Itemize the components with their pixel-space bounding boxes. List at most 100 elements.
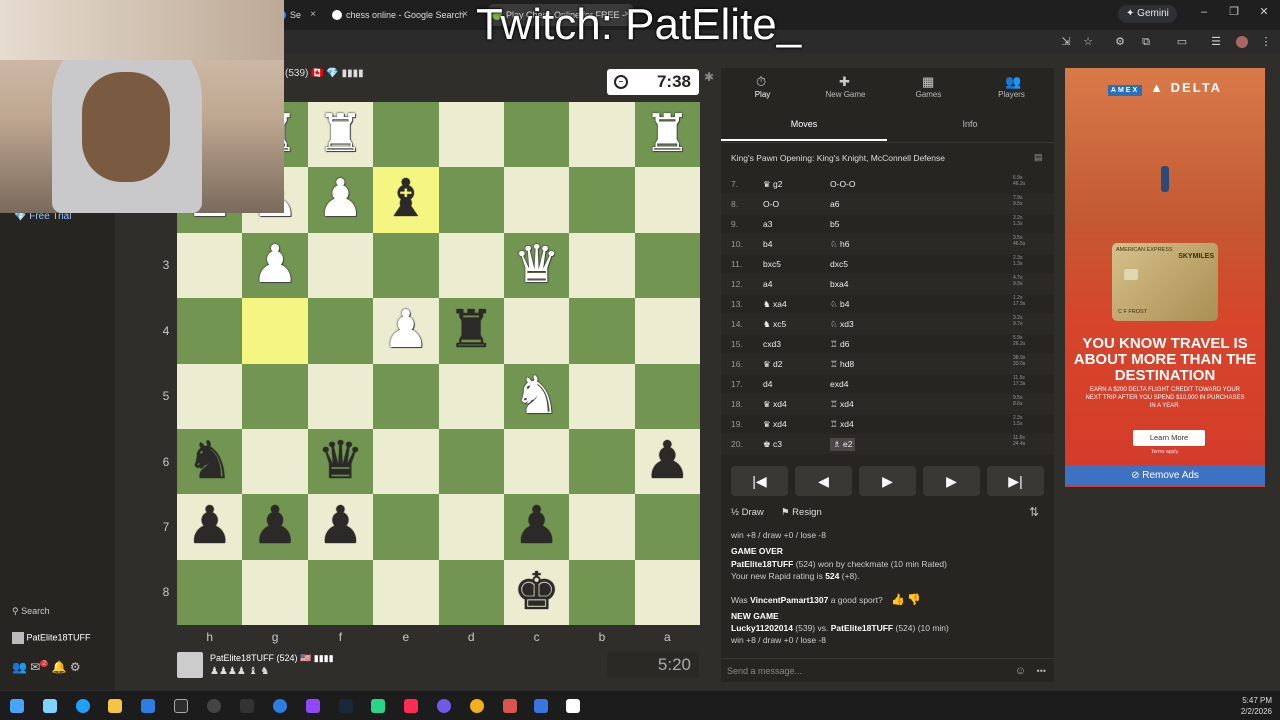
white-move[interactable]: ♛ xd4 [763, 419, 787, 430]
board-square[interactable] [373, 494, 439, 560]
board-square[interactable] [503, 167, 570, 233]
black-move[interactable]: ♗ e2 [830, 438, 856, 451]
extension-icon[interactable]: ⚙ [1114, 36, 1126, 48]
profile-avatar[interactable] [1236, 36, 1248, 48]
edge-icon[interactable] [76, 699, 90, 713]
subtab-info[interactable]: Info [887, 119, 1053, 139]
black-knight[interactable]: ♞ [177, 429, 242, 494]
flip-board-icon[interactable]: ⇅ [1029, 505, 1039, 519]
opponent-name[interactable]: Lucky11202014 [731, 623, 793, 633]
board-square[interactable] [569, 102, 635, 168]
board-square[interactable] [307, 298, 374, 364]
settings-gear-icon[interactable]: ⚙ [70, 660, 81, 674]
black-pawn[interactable]: ♟ [308, 494, 373, 559]
board-square[interactable] [503, 298, 570, 364]
board-square[interactable] [503, 102, 570, 168]
app-icon[interactable] [273, 699, 287, 713]
tab-new-game[interactable]: ✚ New Game [804, 68, 887, 104]
board-square[interactable] [634, 298, 700, 364]
black-move[interactable]: exd4 [830, 379, 848, 389]
white-pawn[interactable]: ♟ [373, 298, 438, 363]
board-square[interactable] [242, 363, 308, 429]
tab-play[interactable]: ⏱ Play [721, 68, 804, 104]
board-square[interactable] [177, 232, 243, 299]
resign-button[interactable]: ⚑ Resign [781, 507, 822, 518]
black-bishop[interactable]: ♝ [373, 167, 438, 232]
black-king[interactable]: ♚ [504, 560, 569, 625]
board-square[interactable] [569, 167, 635, 233]
black-move[interactable]: O-O-O [830, 179, 856, 189]
white-move[interactable]: a4 [763, 279, 772, 289]
board-square[interactable] [438, 559, 504, 625]
kebab-menu-icon[interactable]: ⋮ [1260, 36, 1272, 48]
board-square[interactable] [177, 298, 243, 364]
white-rook[interactable]: ♜ [308, 102, 373, 167]
white-move[interactable]: a3 [763, 219, 772, 229]
board-square[interactable] [569, 363, 635, 429]
board-square[interactable] [438, 232, 504, 299]
white-knight[interactable]: ♞ [504, 364, 569, 429]
sidepanel-icon[interactable]: ▭ [1176, 36, 1188, 48]
mail-icon[interactable]: ✉ [30, 660, 40, 674]
sidebar-search[interactable]: ⚲ Search [12, 606, 50, 617]
board-square[interactable] [569, 428, 635, 495]
thumbs-up-icon[interactable]: 👍 [891, 594, 905, 606]
next-move-button[interactable]: ▶ [923, 466, 980, 496]
black-move[interactable]: ♘ b4 [830, 299, 849, 310]
board-square[interactable] [438, 363, 504, 429]
board-square[interactable] [503, 428, 570, 495]
board-square[interactable] [634, 494, 700, 560]
board-square[interactable] [177, 363, 243, 429]
tab-games[interactable]: ▦ Games [887, 68, 970, 104]
emoji-icon[interactable]: ☺ [1015, 659, 1026, 683]
white-move[interactable]: ♛ xd4 [763, 399, 787, 410]
steam-icon[interactable] [339, 699, 353, 713]
board-square[interactable] [634, 167, 700, 233]
board-square[interactable] [438, 428, 504, 495]
close-icon[interactable]: × [462, 4, 468, 26]
player-name-link[interactable]: PatElite18TUFF [831, 623, 893, 633]
white-queen[interactable]: ♛ [504, 233, 569, 298]
tab-players[interactable]: 👥 Players [970, 68, 1053, 104]
white-move[interactable]: b4 [763, 239, 772, 249]
black-move[interactable]: ♖ xd4 [830, 399, 854, 410]
board-square[interactable] [373, 363, 439, 429]
black-pawn[interactable]: ♟ [504, 494, 569, 559]
tiktok-icon[interactable] [404, 699, 418, 713]
board-square[interactable] [373, 232, 439, 299]
app-icon[interactable] [437, 699, 451, 713]
white-move[interactable]: ♚ c3 [763, 439, 782, 450]
black-queen[interactable]: ♛ [308, 429, 373, 494]
minimize-icon[interactable]: – [1198, 6, 1210, 18]
board-square[interactable] [242, 428, 308, 495]
maximize-icon[interactable]: ❐ [1228, 6, 1240, 18]
bookmark-star-icon[interactable]: ☆ [1082, 36, 1094, 48]
close-icon[interactable]: × [310, 4, 316, 26]
board-square[interactable] [438, 167, 504, 233]
discord-icon[interactable] [306, 699, 320, 713]
black-move[interactable]: bxa4 [830, 279, 848, 289]
winner-name[interactable]: PatElite18TUFF [731, 559, 793, 569]
friends-icon[interactable]: 👥 [12, 660, 27, 674]
board-square[interactable] [634, 559, 700, 625]
black-move[interactable]: ♘ xd3 [830, 319, 854, 330]
board-square[interactable] [307, 232, 374, 299]
app-icon[interactable] [371, 699, 385, 713]
black-move[interactable]: dxc5 [830, 259, 848, 269]
board-square[interactable] [634, 232, 700, 299]
copilot-icon[interactable] [43, 699, 57, 713]
white-move[interactable]: O-O [763, 199, 779, 209]
first-move-button[interactable]: |◀ [731, 466, 788, 496]
black-pawn[interactable]: ♟ [177, 494, 242, 559]
draw-button[interactable]: ½ Draw [731, 507, 764, 518]
more-icon[interactable]: ••• [1037, 659, 1046, 683]
window-close-icon[interactable]: ✕ [1258, 6, 1270, 18]
learn-more-button[interactable]: Learn More [1133, 430, 1205, 446]
chrome-icon[interactable] [470, 699, 484, 713]
board-square[interactable] [438, 102, 504, 168]
board-square[interactable] [373, 428, 439, 495]
board-square[interactable] [569, 559, 635, 625]
black-move[interactable]: ♖ hd8 [830, 359, 854, 370]
install-icon[interactable]: ⇲ [1060, 36, 1072, 48]
puzzle-icon[interactable]: ⧉ [1140, 36, 1152, 48]
